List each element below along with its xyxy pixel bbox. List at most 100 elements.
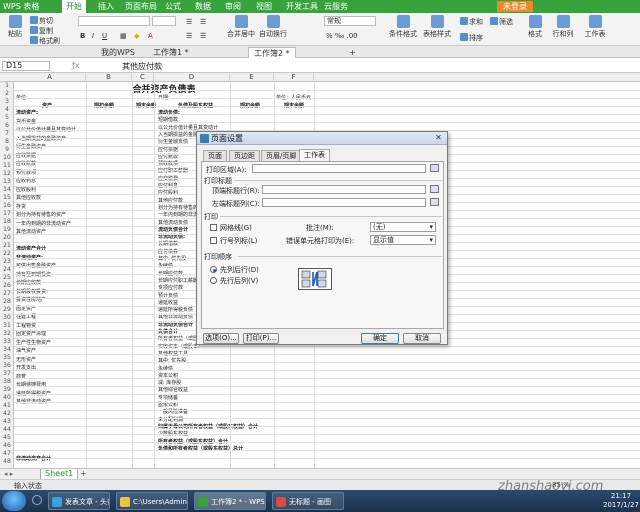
row-number[interactable]: 47 (0, 450, 14, 457)
liability-item-cell[interactable]: 其他综合收益 (158, 387, 188, 393)
new-tab-button[interactable]: + (344, 47, 361, 58)
bold-icon[interactable]: B (80, 32, 85, 40)
align-center-icon[interactable]: ☰ (200, 32, 206, 40)
liability-item-cell[interactable]: 流动负债合计 (158, 227, 188, 233)
fill-color-icon[interactable]: ◆ (134, 32, 139, 40)
menu-review[interactable]: 审阅 (225, 1, 241, 12)
row-number[interactable]: 27 (0, 290, 14, 297)
menu-developer[interactable]: 开发工具 (286, 1, 318, 12)
asset-item-cell[interactable]: 流动资产: (16, 110, 38, 116)
row-number[interactable]: 39 (0, 386, 14, 393)
options-button[interactable]: 选项(O)... (203, 333, 239, 344)
row-number[interactable]: 20 (0, 234, 14, 241)
row-number[interactable]: 46 (0, 442, 14, 449)
app-title[interactable]: WPS 表格 (3, 1, 39, 12)
row-number[interactable]: 32 (0, 330, 14, 337)
column-e[interactable]: E (230, 73, 274, 82)
dialog-titlebar[interactable]: 页面设置 ✕ (197, 132, 447, 145)
row-number[interactable]: 28 (0, 298, 14, 305)
liability-item-cell[interactable]: 其他流动负债 (158, 220, 188, 226)
liability-item-cell[interactable]: 衍生金融负债 (158, 139, 188, 145)
row-number[interactable]: 37 (0, 370, 14, 377)
print-area-input[interactable] (252, 164, 426, 173)
menu-formula[interactable]: 公式 (165, 1, 181, 12)
system-clock[interactable]: 21:17 2017/1/27 (603, 492, 639, 510)
row-col-button[interactable]: 行和列 (548, 15, 578, 39)
tab-sheet[interactable]: 工作表 (299, 149, 330, 161)
formula-input[interactable]: 其他应付款 (122, 61, 162, 72)
down-then-over-radio[interactable] (210, 266, 217, 273)
row-number[interactable]: 21 (0, 242, 14, 249)
name-box[interactable]: D15 (2, 61, 50, 71)
worksheet-button[interactable]: 工作表 (580, 15, 610, 39)
tab-workbook1[interactable]: 工作簿1 * (148, 47, 194, 58)
row-number[interactable]: 23 (0, 258, 14, 265)
comments-select[interactable]: (无) (370, 222, 436, 232)
row-number[interactable]: 41 (0, 402, 14, 409)
row-number[interactable]: 26 (0, 282, 14, 289)
row-number[interactable]: 16 (0, 202, 14, 209)
row-number[interactable]: 17 (0, 210, 14, 217)
paste-button[interactable]: 粘贴 (2, 15, 28, 39)
row-number[interactable]: 31 (0, 322, 14, 329)
row-number[interactable]: 36 (0, 362, 14, 369)
align-top-icon[interactable]: ☰ (186, 18, 192, 26)
top-rows-input[interactable] (262, 185, 426, 194)
liability-item-cell[interactable]: 专项储备 (158, 395, 178, 401)
liability-item-cell[interactable]: 递延收益 (158, 300, 178, 306)
sum-button[interactable]: 求和 (460, 17, 483, 27)
table-style-button[interactable]: 表格样式 (422, 15, 452, 39)
liability-item-cell[interactable]: 应付票据 (158, 147, 178, 153)
row-number[interactable]: 43 (0, 418, 14, 425)
column-c[interactable]: C (132, 73, 154, 82)
row-number[interactable]: 30 (0, 314, 14, 321)
column-d[interactable]: D (154, 73, 230, 82)
row-number[interactable]: 38 (0, 378, 14, 385)
range-picker-icon[interactable] (430, 164, 439, 172)
copy-button[interactable]: 复制 (30, 26, 53, 36)
gridlines-checkbox[interactable] (210, 224, 217, 231)
format-painter-button[interactable]: 格式刷 (30, 36, 60, 46)
fx-icon[interactable]: ƒx (72, 61, 80, 70)
taskbar-item-paint[interactable]: 无标题 - 画图 (272, 492, 344, 510)
taskbar-item-wps[interactable]: 工作簿2 * - WPS ... (194, 492, 266, 510)
font-size-select[interactable] (152, 16, 176, 26)
align-middle-icon[interactable]: ☰ (200, 18, 206, 26)
tab-workbook2[interactable]: 工作簿2 * (248, 47, 296, 58)
underline-icon[interactable]: U (102, 32, 107, 40)
asset-item-cell[interactable]: 其他应收款 (16, 195, 41, 201)
asset-item-cell[interactable]: 流动资产合计 (16, 246, 46, 252)
border-icon[interactable]: ▦ (120, 32, 127, 40)
browser-icon[interactable] (32, 495, 42, 505)
menu-insert[interactable]: 插入 (98, 1, 114, 12)
row-number[interactable]: 8 (0, 138, 14, 145)
row-number[interactable]: 19 (0, 226, 14, 233)
cut-button[interactable]: 剪切 (30, 16, 53, 26)
menu-data[interactable]: 数据 (195, 1, 211, 12)
close-icon[interactable]: ✕ (433, 133, 444, 143)
filter-button[interactable]: 筛选 (490, 17, 513, 27)
row-number[interactable]: 44 (0, 426, 14, 433)
add-sheet-icon[interactable]: + (80, 469, 87, 478)
range-picker-icon[interactable] (430, 185, 439, 193)
row-number[interactable]: 6 (0, 122, 14, 129)
cancel-button[interactable]: 取消 (403, 333, 441, 344)
menu-cloud[interactable]: 云服务 (324, 1, 348, 12)
taskbar-item-article[interactable]: 发表文章 - 头条... (48, 492, 110, 510)
tab-my-wps[interactable]: 我的WPS (96, 47, 140, 58)
liability-item-cell[interactable]: 递延所得税负债 (158, 307, 193, 313)
row-number[interactable]: 12 (0, 170, 14, 177)
row-number[interactable]: 10 (0, 154, 14, 161)
column-f[interactable]: F (274, 73, 314, 82)
conditional-format-button[interactable]: 条件格式 (388, 15, 418, 39)
menu-view[interactable]: 视图 (256, 1, 272, 12)
login-badge[interactable]: 未登录 (497, 1, 533, 12)
row-number[interactable]: 2 (0, 90, 14, 97)
range-picker-icon[interactable] (430, 198, 439, 206)
merge-center-button[interactable]: 合并居中 (226, 15, 256, 39)
asset-item-cell[interactable]: 生产性生物资产 (16, 340, 51, 346)
taskbar-item-explorer[interactable]: C:\Users\Admini... (116, 492, 188, 510)
menu-home[interactable]: 开始 (62, 0, 86, 13)
wrap-text-button[interactable]: 自动换行 (258, 15, 288, 39)
tab-page[interactable]: 页面 (203, 150, 227, 161)
